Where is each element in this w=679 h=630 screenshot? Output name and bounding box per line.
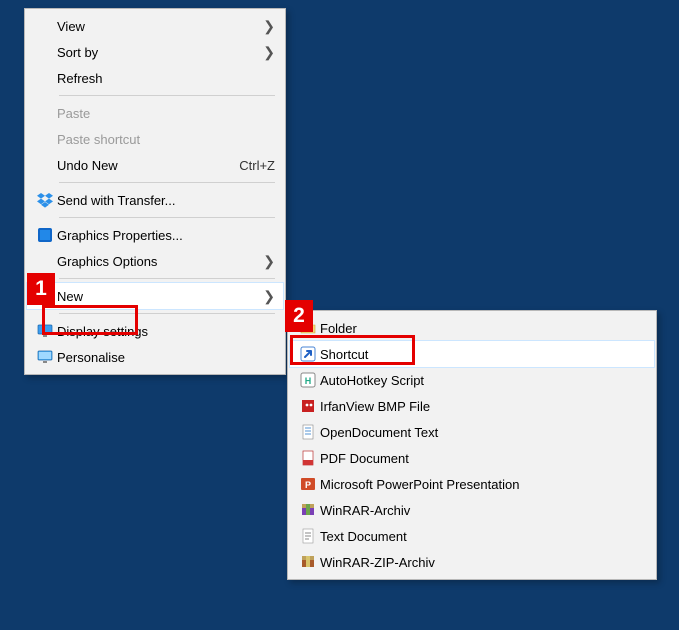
annotation-1: 1 (27, 273, 55, 305)
submenu-item-powerpoint[interactable]: P Microsoft PowerPoint Presentation (290, 471, 654, 497)
menu-item-send-with-transfer[interactable]: Send with Transfer... (27, 187, 283, 213)
submenu-item-pdf-document[interactable]: PDF Document (290, 445, 654, 471)
text-file-icon (296, 526, 320, 546)
blank-icon (33, 155, 57, 175)
chevron-right-icon: ❯ (261, 18, 275, 35)
personalise-icon (33, 347, 57, 367)
menu-label: New (57, 289, 261, 304)
submenu-item-opendocument-text[interactable]: OpenDocument Text (290, 419, 654, 445)
separator (59, 95, 275, 96)
menu-label: Text Document (320, 529, 646, 544)
menu-label: Personalise (57, 350, 275, 365)
menu-item-refresh[interactable]: Refresh (27, 65, 283, 91)
menu-label: Paste shortcut (57, 132, 275, 147)
menu-item-paste-shortcut: Paste shortcut (27, 126, 283, 152)
accelerator: Ctrl+Z (239, 158, 275, 173)
submenu-item-text-document[interactable]: Text Document (290, 523, 654, 549)
chevron-right-icon: ❯ (261, 288, 275, 305)
separator (59, 182, 275, 183)
dropbox-icon (33, 190, 57, 210)
menu-item-graphics-options[interactable]: Graphics Options ❯ (27, 248, 283, 274)
pdf-icon (296, 448, 320, 468)
annotation-2: 2 (285, 300, 313, 332)
blank-icon (33, 251, 57, 271)
menu-label: IrfanView BMP File (320, 399, 646, 414)
menu-item-view[interactable]: View ❯ (27, 13, 283, 39)
shortcut-icon (296, 344, 320, 364)
blank-icon (33, 68, 57, 88)
menu-label: OpenDocument Text (320, 425, 646, 440)
menu-item-paste: Paste (27, 100, 283, 126)
menu-item-new[interactable]: New ❯ (27, 283, 283, 309)
separator (59, 313, 275, 314)
autohotkey-icon: H (296, 370, 320, 390)
menu-label: Send with Transfer... (57, 193, 275, 208)
blank-icon (33, 16, 57, 36)
odt-icon (296, 422, 320, 442)
submenu-item-shortcut[interactable]: Shortcut (290, 341, 654, 367)
chevron-right-icon: ❯ (261, 44, 275, 61)
blank-icon (33, 42, 57, 62)
svg-text:P: P (305, 480, 311, 490)
menu-label: Refresh (57, 71, 275, 86)
menu-item-display-settings[interactable]: Display settings (27, 318, 283, 344)
menu-item-sort-by[interactable]: Sort by ❯ (27, 39, 283, 65)
menu-label: Display settings (57, 324, 275, 339)
menu-label: Folder (320, 321, 646, 336)
menu-label: WinRAR-ZIP-Archiv (320, 555, 646, 570)
menu-item-graphics-properties[interactable]: Graphics Properties... (27, 222, 283, 248)
menu-item-personalise[interactable]: Personalise (27, 344, 283, 370)
chevron-right-icon: ❯ (261, 253, 275, 270)
menu-label: Undo New (57, 158, 219, 173)
svg-text:H: H (305, 376, 312, 386)
blank-icon (33, 103, 57, 123)
separator (59, 278, 275, 279)
menu-label: Sort by (57, 45, 261, 60)
powerpoint-icon: P (296, 474, 320, 494)
submenu-item-irfanview-bmp[interactable]: IrfanView BMP File (290, 393, 654, 419)
menu-label: Graphics Options (57, 254, 261, 269)
submenu-item-folder[interactable]: Folder (290, 315, 654, 341)
menu-label: AutoHotkey Script (320, 373, 646, 388)
intel-graphics-icon (33, 225, 57, 245)
submenu-item-autohotkey[interactable]: H AutoHotkey Script (290, 367, 654, 393)
submenu-item-winrar-archiv[interactable]: WinRAR-Archiv (290, 497, 654, 523)
menu-label: Microsoft PowerPoint Presentation (320, 477, 646, 492)
winrar-zip-icon (296, 552, 320, 572)
separator (59, 217, 275, 218)
menu-label: Graphics Properties... (57, 228, 275, 243)
winrar-icon (296, 500, 320, 520)
menu-label: View (57, 19, 261, 34)
monitor-icon (33, 321, 57, 341)
irfanview-icon (296, 396, 320, 416)
blank-icon (33, 129, 57, 149)
menu-label: Shortcut (320, 347, 646, 362)
submenu-item-winrar-zip-archiv[interactable]: WinRAR-ZIP-Archiv (290, 549, 654, 575)
desktop-context-menu: View ❯ Sort by ❯ Refresh Paste Paste sho… (24, 8, 286, 375)
new-submenu: Folder Shortcut H AutoHotkey Script Irfa… (287, 310, 657, 580)
menu-label: Paste (57, 106, 275, 121)
menu-label: WinRAR-Archiv (320, 503, 646, 518)
menu-item-undo-new[interactable]: Undo New Ctrl+Z (27, 152, 283, 178)
menu-label: PDF Document (320, 451, 646, 466)
